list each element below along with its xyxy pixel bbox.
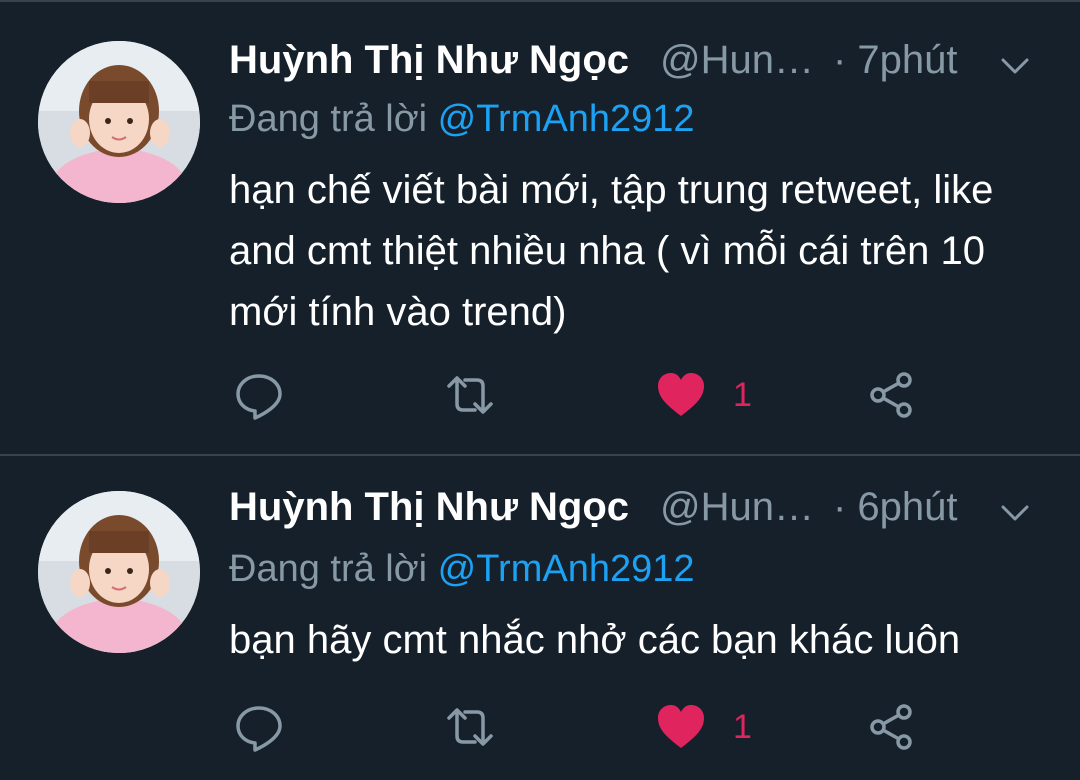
reply-mention-link[interactable]: @TrmAnh2912 [438, 98, 695, 140]
heart-icon[interactable] [656, 702, 706, 752]
avatar-image [38, 41, 200, 203]
tweet-text: bạn hãy cmt nhắc nhở các bạn khác luôn [229, 618, 961, 662]
tweet-header: Huỳnh Thị Như Ngọc @Hun… · 6phút [229, 483, 1049, 533]
avatar-image [38, 491, 200, 653]
retweet-icon[interactable] [445, 370, 495, 420]
avatar[interactable] [38, 41, 200, 203]
author-handle[interactable]: @Hun… [660, 38, 814, 83]
retweet-icon[interactable] [445, 702, 495, 752]
tweet-2[interactable]: Huỳnh Thị Như Ngọc @Hun… · 6phút Đang tr… [0, 456, 1080, 780]
tweet-header: Huỳnh Thị Như Ngọc @Hun… · 7phút [229, 36, 1049, 86]
chevron-down-icon[interactable] [995, 493, 1035, 533]
replying-to: Đang trả lời @TrmAnh2912 [229, 548, 695, 591]
avatar[interactable] [38, 491, 200, 653]
share-icon[interactable] [866, 702, 916, 752]
reply-icon[interactable] [234, 370, 284, 420]
tweet-1[interactable]: Huỳnh Thị Như Ngọc @Hun… · 7phút Đang tr… [0, 0, 1080, 454]
tweet-timestamp[interactable]: · 6phút [833, 485, 958, 530]
tweet-text: hạn chế viết bài mới, tập trung retweet,… [229, 168, 994, 334]
replying-to-label: Đang trả lời [229, 548, 438, 590]
author-handle[interactable]: @Hun… [660, 485, 814, 530]
like-count: 1 [733, 376, 752, 414]
chevron-down-icon[interactable] [995, 46, 1035, 86]
reply-icon[interactable] [234, 702, 284, 752]
heart-icon[interactable] [656, 370, 706, 420]
share-icon[interactable] [866, 370, 916, 420]
tweet-timestamp[interactable]: · 7phút [833, 38, 958, 83]
replying-to: Đang trả lời @TrmAnh2912 [229, 98, 695, 141]
author-name[interactable]: Huỳnh Thị Như Ngọc [229, 38, 629, 83]
replying-to-label: Đang trả lời [229, 98, 438, 140]
author-name[interactable]: Huỳnh Thị Như Ngọc [229, 485, 629, 530]
reply-mention-link[interactable]: @TrmAnh2912 [438, 548, 695, 590]
like-count: 1 [733, 708, 752, 746]
